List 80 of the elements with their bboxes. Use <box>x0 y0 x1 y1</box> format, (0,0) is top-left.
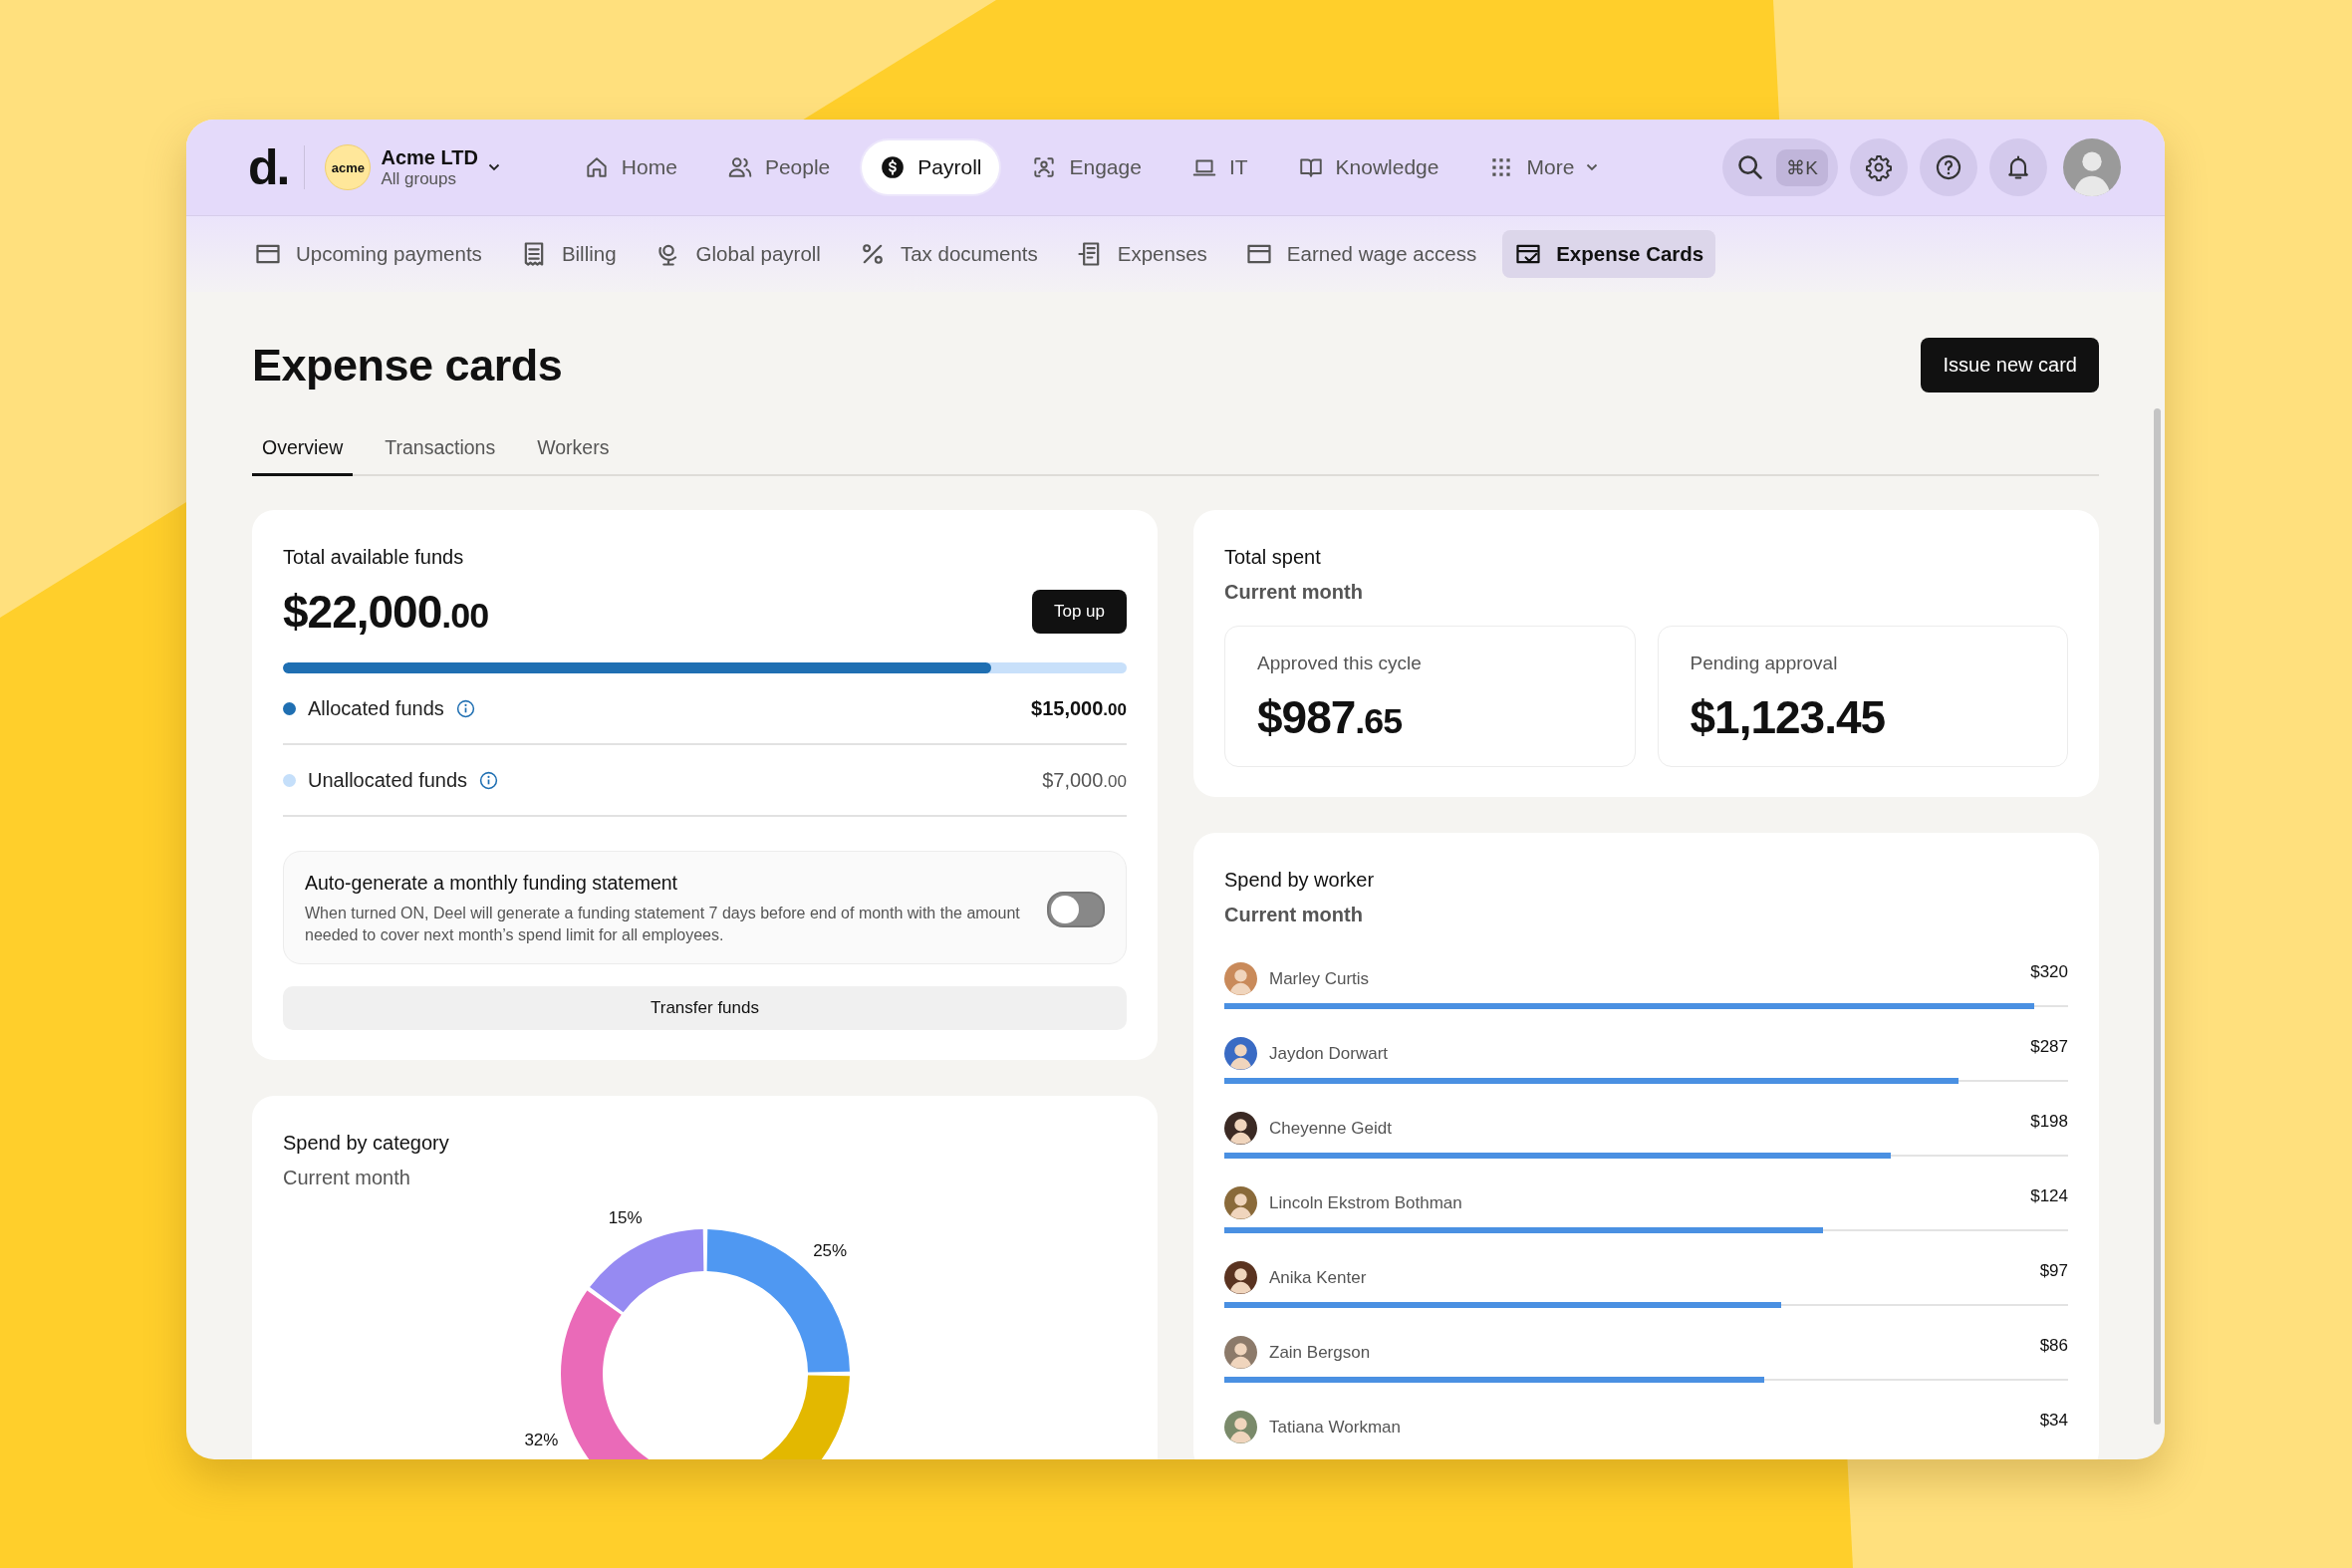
nav-tab[interactable]: Payroll <box>862 140 1000 194</box>
logo[interactable]: d. <box>248 138 289 196</box>
organization-name: Acme LTD <box>381 145 478 169</box>
tab[interactable]: Transactions <box>375 432 506 476</box>
avatar-icon <box>1224 1411 1257 1443</box>
subnav-tab[interactable]: Earned wage access <box>1232 230 1489 278</box>
subnav-tab[interactable]: Tax documents <box>846 230 1050 278</box>
worker-amount: $86 <box>2039 1336 2068 1356</box>
nav-tab[interactable]: More <box>1470 140 1617 194</box>
nav-tab[interactable]: Home <box>565 140 695 194</box>
transfer-funds-button[interactable]: Transfer funds <box>283 985 1127 1030</box>
stat-label: Approved this cycle <box>1257 653 1423 674</box>
issue-card-button[interactable]: Issue new card <box>1921 338 2099 392</box>
subnav-tab[interactable]: Expense Cards <box>1502 230 1716 278</box>
search-icon <box>1736 153 1765 181</box>
info-icon[interactable] <box>479 770 499 790</box>
fund-amount: $15,000.00 <box>1031 696 1127 720</box>
nav-tab[interactable]: Engage <box>1013 140 1160 194</box>
toggle-switch[interactable] <box>1047 891 1105 927</box>
slice-label: 32% <box>523 1430 558 1449</box>
info-icon[interactable] <box>455 698 475 718</box>
card-subtitle: Current month <box>1224 904 1364 926</box>
avatar-icon <box>1224 1112 1257 1145</box>
card-title: Spend by category <box>283 1131 450 1155</box>
worker-name: Lincoln Ekstrom Bothman <box>1269 1192 1462 1213</box>
stat-amount: $1,123.45 <box>1690 690 1887 744</box>
nav-tab[interactable]: People <box>708 140 849 194</box>
fund-amount: $7,000.00 <box>1042 768 1127 792</box>
card-subtitle: Current month <box>283 1166 411 1189</box>
dollar-icon <box>880 154 907 180</box>
worker-name: Tatiana Workman <box>1269 1417 1401 1437</box>
worker-name: Jaydon Dorwart <box>1269 1043 1389 1064</box>
fund-label: Unallocated funds <box>308 768 468 792</box>
shortcut-hint: ⌘K <box>1776 148 1828 186</box>
tab[interactable]: Workers <box>527 432 620 476</box>
subnav-tab[interactable]: Billing <box>507 230 629 278</box>
avatar-icon <box>1224 1037 1257 1070</box>
card-title: Spend by worker <box>1224 869 1376 892</box>
worker-amount: $320 <box>2030 962 2068 982</box>
worker-name: Marley Curtis <box>1269 968 1370 989</box>
help-icon <box>1935 153 1962 181</box>
worker-amount: $97 <box>2039 1261 2068 1281</box>
nav-tab[interactable]: Knowledge <box>1279 140 1457 194</box>
organization-subtitle: All groups <box>381 168 457 189</box>
avatar-icon <box>1224 962 1257 995</box>
stat-label: Pending approval <box>1690 653 1839 674</box>
tab[interactable]: Overview <box>252 432 354 476</box>
statement-title: Auto-generate a monthly funding statement <box>305 872 678 895</box>
fund-label: Allocated funds <box>308 696 444 720</box>
stat-amount: $987.65 <box>1257 690 1404 744</box>
worker-name: Cheyenne Geidt <box>1269 1118 1392 1139</box>
worker-name: Anika Kenter <box>1269 1267 1367 1288</box>
avatar-icon <box>1224 1336 1257 1369</box>
people-icon <box>726 154 753 180</box>
worker-name: Zain Bergson <box>1269 1342 1371 1363</box>
scrollbar[interactable] <box>2154 408 2161 1425</box>
worker-amount: $124 <box>2030 1186 2068 1206</box>
worker-amount: $198 <box>2030 1112 2068 1132</box>
worker-amount: $287 <box>2030 1037 2068 1057</box>
chevron-down-icon <box>487 163 500 171</box>
chevron-down-icon <box>1586 163 1599 171</box>
slice-label: 15% <box>608 1208 643 1228</box>
card-subtitle: Current month <box>1224 581 1364 604</box>
card-title: Total available funds <box>283 546 465 569</box>
avatar-icon <box>1224 1261 1257 1294</box>
nav-tab[interactable]: IT <box>1173 140 1266 194</box>
statement-description: When turned ON, Deel will generate a funding statement 7 days before end of month with the amount needed to cover next month’s spend limit for all employees. <box>305 904 1021 946</box>
subnav-tab[interactable]: Upcoming payments <box>242 230 494 278</box>
settings-icon <box>1865 153 1893 181</box>
organization-logo: acme <box>325 144 372 190</box>
total-amount: $22,000.00 <box>283 585 489 639</box>
worker-amount: $34 <box>2039 1411 2068 1431</box>
avatar-icon <box>1224 1186 1257 1219</box>
search-button[interactable]: ⌘K <box>1722 138 1838 196</box>
card-title: Total spent <box>1224 546 1322 569</box>
subnav-tab[interactable]: Global payroll <box>642 230 833 278</box>
top-up-button[interactable]: Top up <box>1031 590 1127 634</box>
page-title: Expense cards <box>252 339 563 392</box>
slice-label: 25% <box>812 1240 847 1260</box>
subnav-tab[interactable]: Expenses <box>1063 230 1219 278</box>
